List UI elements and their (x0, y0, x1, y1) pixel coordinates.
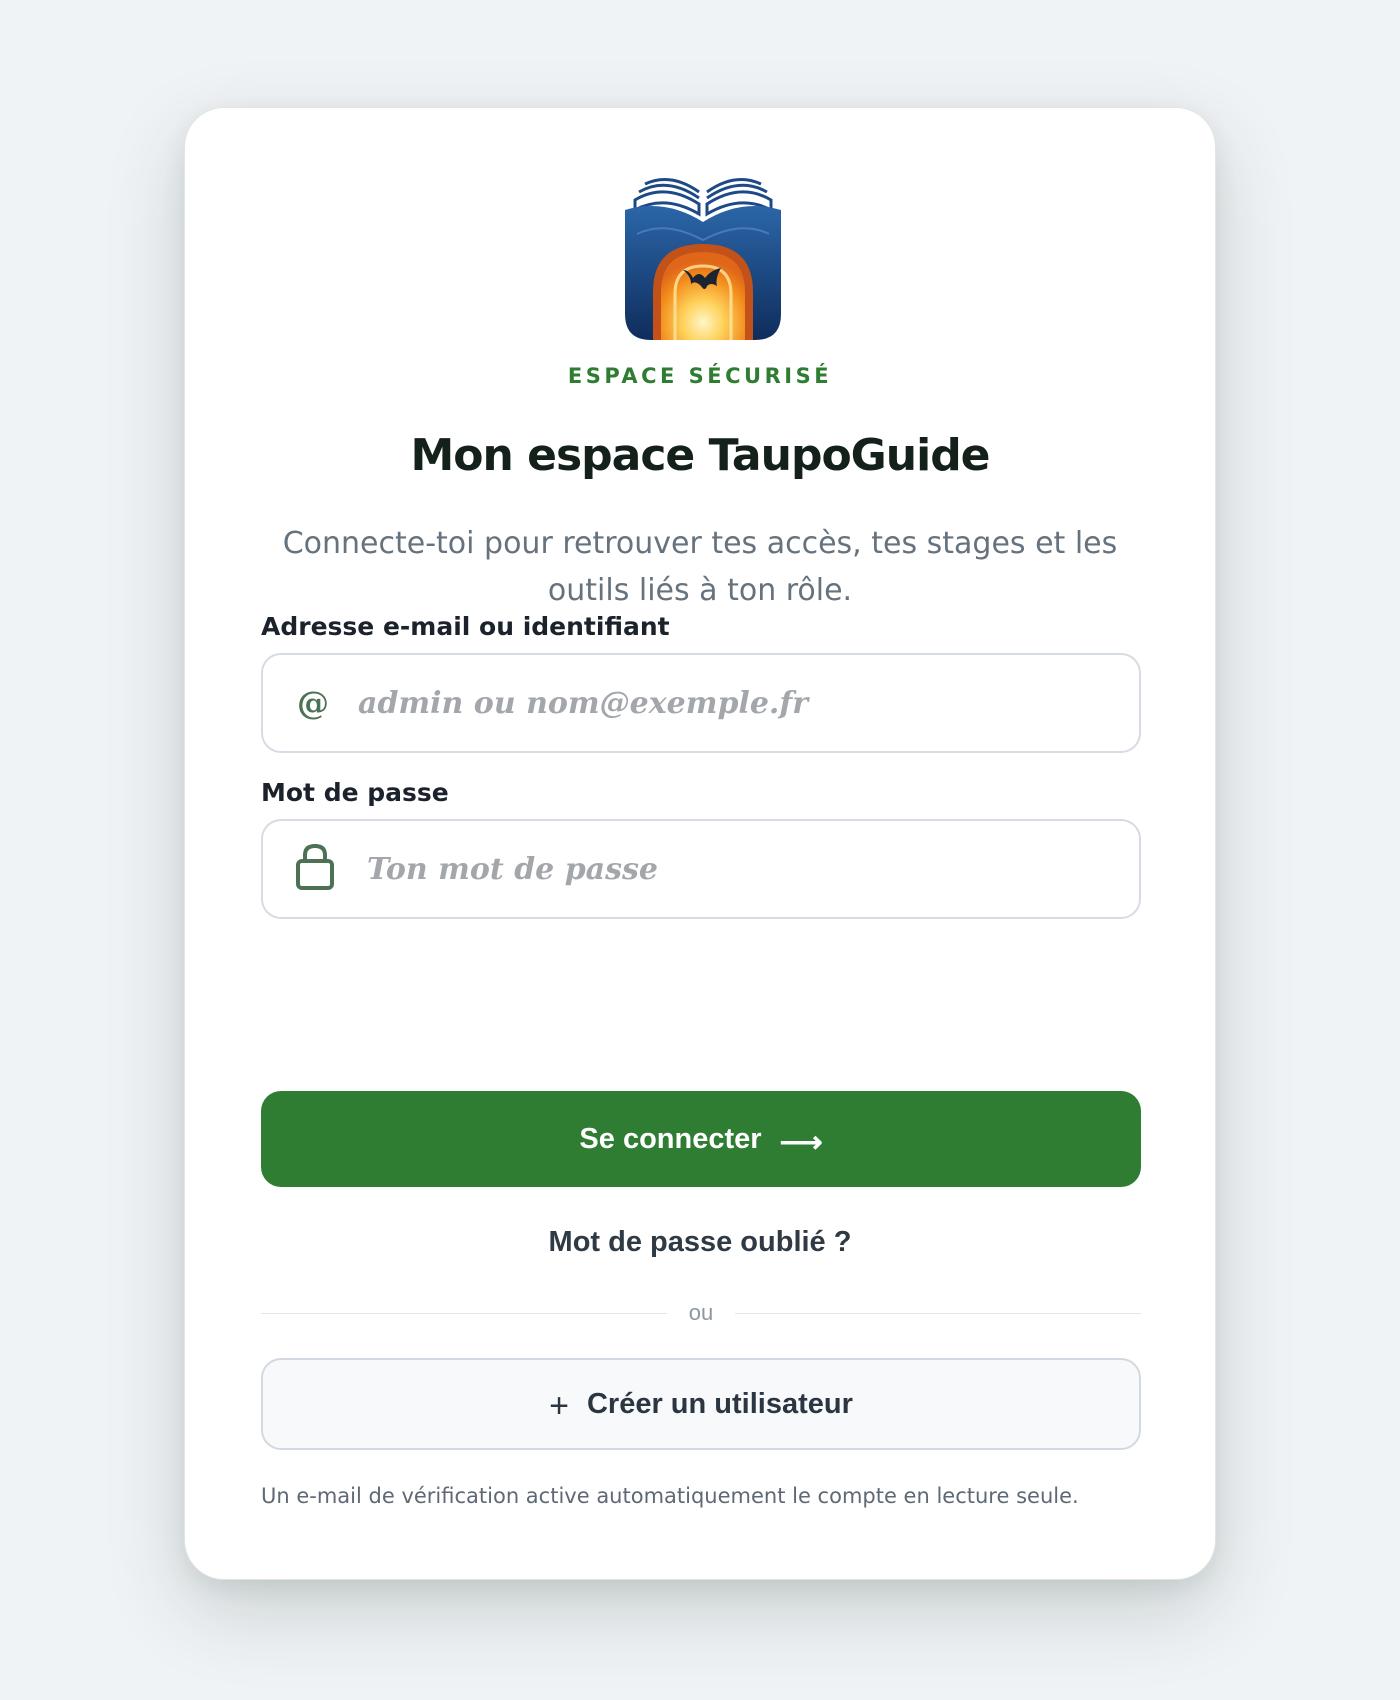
arrow-right-icon: ⟶ (779, 1125, 823, 1159)
create-user-label: Créer un utilisateur (586, 1387, 853, 1420)
identifier-input[interactable] (358, 655, 1118, 751)
at-sign-icon: @ (297, 684, 329, 722)
login-card: ESPACE SÉCURISÉ Mon espace TaupoGuide Co… (184, 107, 1216, 1580)
forgot-password-link[interactable]: Mot de passe oublié ? (185, 1226, 1215, 1259)
taupoguide-logo (625, 178, 781, 340)
login-button[interactable]: Se connecter ⟶ (261, 1091, 1141, 1187)
password-input[interactable] (367, 821, 1127, 917)
page-subtitle: Connecte-toi pour retrouver tes accès, t… (282, 526, 1118, 608)
password-field[interactable] (261, 819, 1141, 919)
plus-icon: + (549, 1386, 569, 1425)
page-title: Mon espace TaupoGuide (410, 430, 990, 481)
divider-label: ou (688, 1300, 714, 1325)
password-label: Mot de passe (261, 778, 449, 807)
identifier-label: Adresse e-mail ou identifiant (261, 612, 670, 641)
secure-area-eyebrow: ESPACE SÉCURISÉ (567, 364, 833, 388)
divider-line-left (261, 1312, 667, 1314)
login-button-label: Se connecter (579, 1122, 762, 1155)
lock-icon (295, 843, 335, 895)
divider-line-right (735, 1312, 1142, 1314)
identifier-field[interactable]: @ (261, 653, 1141, 753)
or-divider: ou (261, 1298, 1142, 1328)
create-user-button[interactable]: + Créer un utilisateur (261, 1358, 1141, 1450)
verification-note: Un e-mail de vérification active automat… (261, 1484, 1079, 1508)
